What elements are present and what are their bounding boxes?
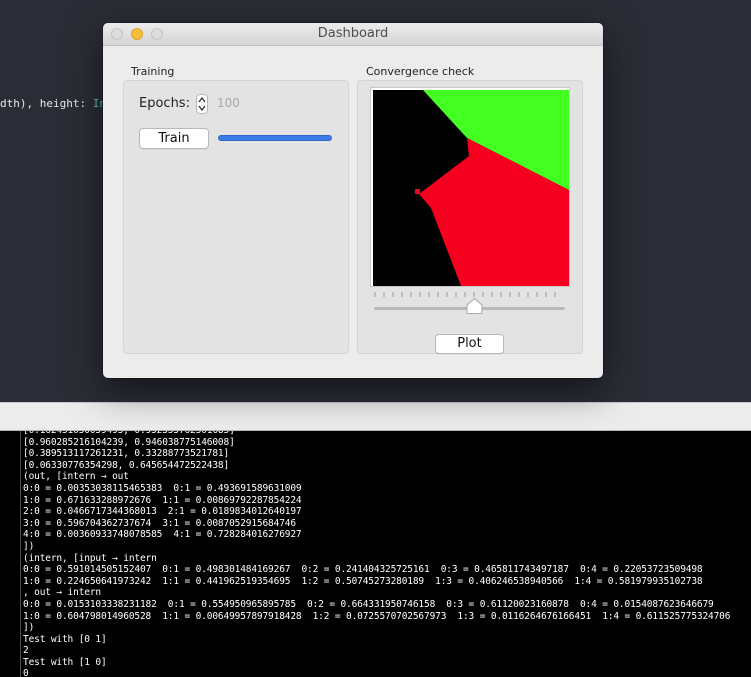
console-line: 3:0 = 0.596704362737674 3:1 = 0.00870529… <box>23 517 296 529</box>
console-line: ]) <box>23 622 35 634</box>
console-line: [0.389513117261231, 0.33288773521781] <box>23 448 230 460</box>
console-output[interactable]: [0.162451050059493, 0.952535762301685][0… <box>0 431 751 677</box>
console-line: (out, [intern → out <box>23 471 129 483</box>
epochs-field[interactable]: 100 <box>217 96 240 110</box>
training-group-box: Epochs: 100 Train <box>123 80 349 354</box>
console-line: 4:0 = 0.00360933748078585 4:1 = 0.728284… <box>23 529 302 541</box>
train-button[interactable]: Train <box>139 128 209 149</box>
console-line: 0:0 = 0.0153103338231182 0:1 = 0.5549509… <box>23 598 714 610</box>
training-progress-bar <box>218 135 332 141</box>
region-red-speck <box>415 189 420 194</box>
window-title: Dashboard <box>317 26 389 41</box>
code-line: dth), height: Int( <box>0 97 119 110</box>
console-line: Test with [1 0] <box>23 656 107 668</box>
console-line: 2:0 = 0.0466717344368013 2:1 = 0.0189834… <box>23 506 302 518</box>
code-text: dth), height: <box>0 97 93 110</box>
console-line: 1:0 = 0.604798014960528 1:1 = 0.00649957… <box>23 610 731 622</box>
console-lines: [0.162451050059493, 0.952535762301685][0… <box>20 431 751 677</box>
console-line: (intern, [input → intern <box>23 552 157 564</box>
console-line: , out → intern <box>23 587 101 599</box>
console-line: [0.0633077635429​8, 0.645654472522438] <box>23 459 230 471</box>
console-line: 1:0 = 0.224650641973242 1:1 = 0.44196251… <box>23 575 703 587</box>
epochs-label: Epochs: <box>139 96 190 111</box>
console-line: 0:0 = 0.591014505152407 0:1 = 0.49830148… <box>23 564 703 576</box>
plot-image <box>373 90 569 286</box>
dashboard-window: Dashboard Training Epochs: 100 Train Con… <box>103 23 603 378</box>
epochs-stepper[interactable] <box>196 94 208 114</box>
console-line: [0.960285216104239, 0.946038775146008] <box>23 436 235 448</box>
debug-bar <box>0 402 751 431</box>
console-line: Test with [0 1] <box>23 633 107 645</box>
stepper-arrows-icon <box>198 96 206 112</box>
console-line: 2 <box>23 645 29 657</box>
console-line: ]) <box>23 540 35 552</box>
title-bar[interactable]: Dashboard <box>103 23 603 46</box>
training-group-label: Training <box>131 65 175 78</box>
convergence-group-label: Convergence check <box>366 65 475 78</box>
console-line: 1:0 = 0.671633288972676 1:1 = 0.00869792… <box>23 494 302 506</box>
decision-boundary-plot <box>370 87 570 287</box>
console-line: 0:0 = 0.00353038115465383 0:1 = 0.493691… <box>23 482 302 494</box>
slider-thumb[interactable] <box>466 298 483 314</box>
plot-button[interactable]: Plot <box>435 334 504 354</box>
console-line: 0 <box>23 668 29 677</box>
